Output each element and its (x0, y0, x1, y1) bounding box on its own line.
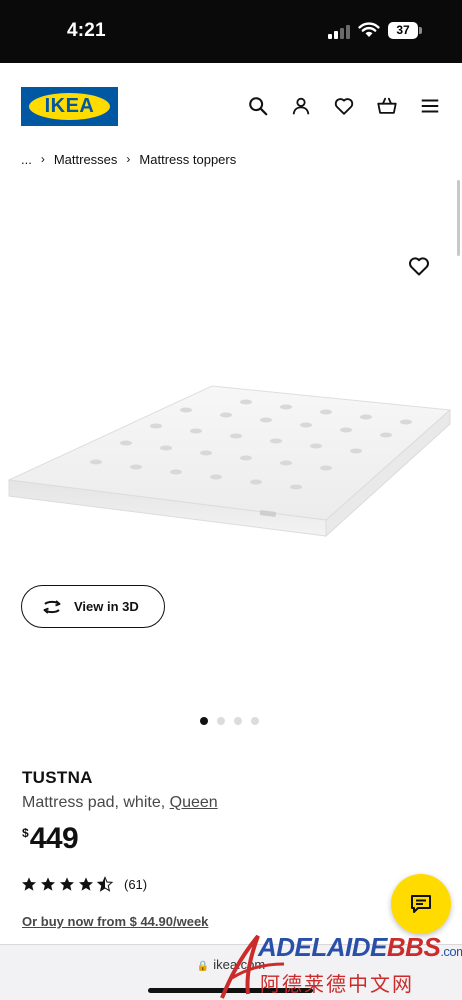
chat-button[interactable] (391, 874, 451, 934)
chevron-right-icon: › (40, 152, 45, 166)
product-price: $ 449 (22, 822, 79, 856)
search-icon[interactable] (247, 95, 269, 117)
watermark-blue: ADELAIDE (258, 932, 387, 962)
watermark-suffix: .com (440, 944, 462, 959)
product-description: Mattress pad, white, Queen (22, 794, 218, 812)
battery-indicator: 37 (388, 22, 422, 39)
star-full-icon (22, 877, 36, 891)
pagination-dot-4[interactable] (251, 717, 259, 725)
price-currency: $ (22, 826, 29, 840)
watermark: ADELAIDEBBS.com 阿德莱德中文网 (218, 928, 462, 1000)
image-pagination-dots (200, 717, 259, 725)
product-name: TUSTNA (22, 768, 93, 787)
pagination-dot-3[interactable] (234, 717, 242, 725)
site-header: IKEA (0, 63, 462, 143)
breadcrumb: ... › Mattresses › Mattress toppers (21, 150, 236, 168)
rating-count: (61) (124, 876, 148, 892)
star-full-icon (79, 877, 93, 891)
page-scrollbar[interactable] (457, 180, 460, 256)
rotate-3d-icon (43, 599, 61, 614)
battery-level: 37 (388, 22, 418, 39)
size-link[interactable]: Queen (170, 794, 218, 811)
watermark-red: BBS (386, 932, 441, 962)
breadcrumb-more[interactable]: ... (21, 152, 32, 167)
chat-icon (411, 895, 431, 913)
lock-icon: 🔒 (196, 961, 210, 972)
breadcrumb-mattress-toppers[interactable]: Mattress toppers (139, 152, 236, 167)
watermark-chinese: 阿德莱德中文网 (260, 974, 414, 996)
star-half-icon (97, 876, 113, 892)
product-image[interactable] (6, 378, 456, 540)
breadcrumb-mattresses[interactable]: Mattresses (54, 152, 118, 167)
pagination-dot-2[interactable] (217, 717, 225, 725)
view-in-3d-label: View in 3D (74, 599, 139, 614)
logo-text: IKEA (44, 95, 95, 117)
status-bar: 4:21 37 (0, 0, 462, 63)
ikea-logo[interactable]: IKEA (21, 87, 118, 126)
star-full-icon (60, 877, 74, 891)
status-time: 4:21 (67, 20, 106, 41)
pagination-dot-1[interactable] (200, 717, 208, 725)
account-icon[interactable] (290, 95, 312, 117)
view-in-3d-button[interactable]: View in 3D (21, 585, 165, 628)
product-description-text: Mattress pad, white, (22, 794, 166, 811)
chevron-right-icon: › (126, 152, 131, 166)
watermark-title: ADELAIDEBBS.com (258, 932, 462, 963)
heart-icon[interactable] (333, 95, 355, 117)
add-to-favourites-heart-icon[interactable] (407, 254, 431, 278)
basket-icon[interactable] (376, 95, 398, 117)
wifi-icon (358, 22, 380, 37)
star-full-icon (41, 877, 55, 891)
menu-icon[interactable] (419, 95, 441, 117)
product-rating[interactable]: (61) (21, 876, 147, 892)
finance-offer-link[interactable]: Or buy now from $ 44.90/week (22, 914, 208, 929)
price-value: 449 (29, 822, 79, 855)
cellular-signal-icon (328, 25, 350, 39)
